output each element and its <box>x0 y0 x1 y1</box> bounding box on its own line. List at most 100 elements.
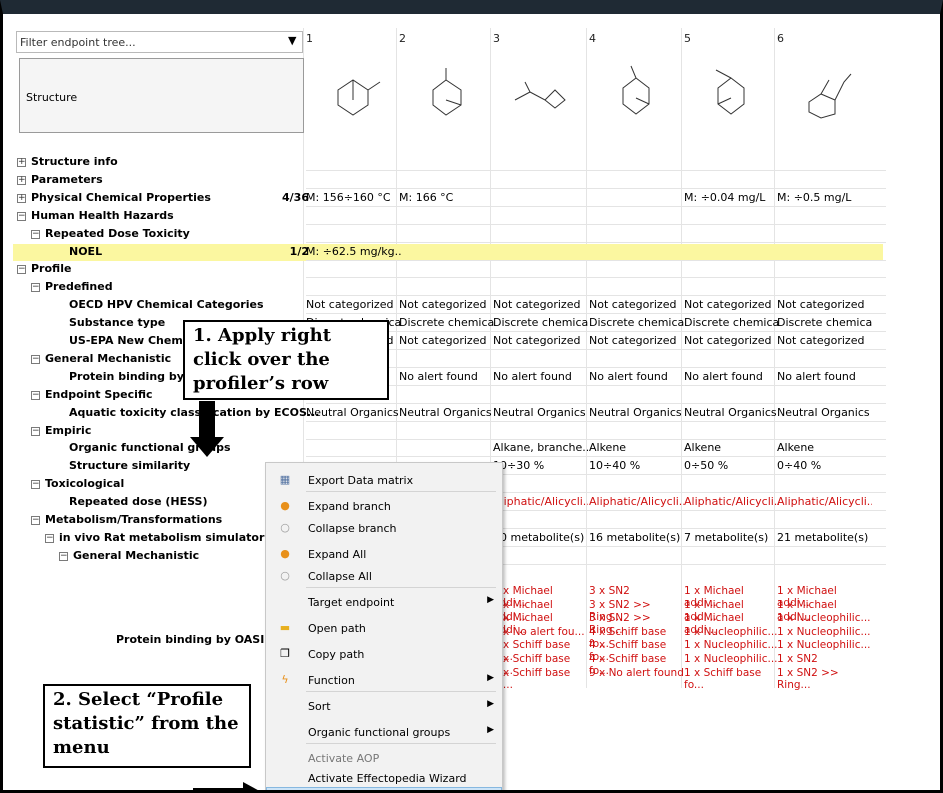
tree-row[interactable]: − Human Health Hazards <box>13 208 886 225</box>
tree-row[interactable]: Aquatic toxicity classification by ECOS.… <box>13 405 886 422</box>
tree-row[interactable]: − Predefined <box>13 279 886 297</box>
expand-node-icon[interactable]: + <box>17 175 26 185</box>
tree-row[interactable]: Protein binding by OASIS No alert found No… <box>13 369 886 386</box>
metabolite-cell[interactable]: 1 x SN2 <box>777 653 872 665</box>
collapse-node-icon[interactable]: − <box>31 283 40 293</box>
data-cell[interactable]: Not categorized <box>589 334 684 347</box>
expand-node-icon[interactable]: + <box>17 158 26 167</box>
filter-endpoint-tree-input[interactable]: Filter endpoint tree... <box>16 31 303 53</box>
tree-node[interactable]: + Parameters <box>13 172 313 189</box>
menu-item-expand-branch[interactable]: ● Expand branch <box>266 495 502 517</box>
data-cell[interactable]: No alert found <box>684 370 779 383</box>
data-cell[interactable]: Neutral Organics <box>777 406 872 419</box>
data-cell[interactable]: Not categorized <box>399 334 494 347</box>
data-cell[interactable]: No alert found <box>777 370 872 383</box>
column-header[interactable]: 5 <box>684 32 691 45</box>
collapse-node-icon[interactable]: − <box>17 211 26 221</box>
column-header[interactable]: 3 <box>493 32 500 45</box>
data-cell[interactable]: No alert found <box>589 370 684 383</box>
data-cell[interactable]: Discrete chemical <box>589 316 684 329</box>
data-cell[interactable]: No alert found <box>493 370 588 383</box>
data-cell[interactable]: 10 metabolite(s) <box>493 531 588 544</box>
metabolite-cell[interactable]: 9 x No alert found <box>589 667 684 679</box>
data-cell[interactable]: Neutral Organics <box>684 406 779 419</box>
structure-image[interactable] <box>696 60 766 120</box>
data-cell[interactable]: Not categorized <box>306 298 401 311</box>
data-cell[interactable]: M: ÷62.5 mg/kg... <box>306 245 401 258</box>
data-cell[interactable]: Not categorized <box>493 298 588 311</box>
collapse-node-icon[interactable]: − <box>31 426 40 436</box>
tree-row[interactable]: − Endpoint Specific <box>13 387 886 404</box>
data-cell[interactable]: M: 156÷160 °C <box>306 191 401 204</box>
menu-item-open-path[interactable]: ▬ Open path <box>266 617 502 639</box>
collapse-node-icon[interactable]: − <box>31 229 40 239</box>
structure-image[interactable] <box>789 60 859 120</box>
tree-row[interactable]: Organic functional groups Alkane, branche… <box>13 440 886 458</box>
menu-item-organic-functional-groups[interactable]: Organic functional groups ▶ <box>266 721 502 743</box>
data-cell[interactable]: Not categorized <box>684 334 779 347</box>
tree-node[interactable]: − Predefined <box>13 279 313 296</box>
data-cell[interactable]: Discrete chemical <box>399 316 494 329</box>
structure-image[interactable] <box>411 60 481 120</box>
data-cell[interactable]: No alert found <box>399 370 494 383</box>
tree-row[interactable]: − Profile <box>13 261 886 279</box>
collapse-node-icon[interactable]: − <box>31 354 40 364</box>
data-cell[interactable]: Aliphatic/Alicycli... <box>777 495 872 508</box>
tree-row[interactable]: OECD HPV Chemical Categories Not categori… <box>13 297 886 315</box>
data-cell[interactable]: Discrete chemical <box>493 316 588 329</box>
menu-item-activate-aop[interactable]: Activate AOP <box>266 747 502 769</box>
tree-node[interactable]: − Repeated Dose Toxicity <box>13 226 313 243</box>
data-cell[interactable]: Aliphatic/Alicycli... <box>589 495 684 508</box>
data-cell[interactable]: M: ÷0.04 mg/L <box>684 191 779 204</box>
collapse-node-icon[interactable]: − <box>45 533 54 543</box>
data-cell[interactable]: 16 metabolite(s) <box>589 531 684 544</box>
data-cell[interactable]: Neutral Organics <box>589 406 684 419</box>
data-cell[interactable]: 0÷40 % <box>777 459 872 472</box>
data-cell[interactable]: 10÷40 % <box>589 459 684 472</box>
metabolite-cell[interactable]: 1 x SN2 >> Ring... <box>777 667 872 691</box>
data-cell[interactable]: Not categorized <box>493 334 588 347</box>
metabolite-cell[interactable]: 1 x Nucleophilic... <box>684 653 779 665</box>
structure-image[interactable] <box>318 60 388 120</box>
collapse-node-icon[interactable]: − <box>59 551 68 561</box>
tree-row[interactable]: + Parameters <box>13 172 886 189</box>
tree-row[interactable]: + Structure info <box>13 154 886 171</box>
tree-node[interactable]: Organic functional groups <box>13 440 313 457</box>
menu-item-function[interactable]: ϟ Function ▶ <box>266 669 502 691</box>
data-cell[interactable]: 21 metabolite(s) <box>777 531 872 544</box>
column-header[interactable]: 6 <box>777 32 784 45</box>
data-cell[interactable]: Neutral Organics <box>493 406 588 419</box>
data-cell[interactable]: Not categorized <box>589 298 684 311</box>
structure-image[interactable] <box>601 60 671 120</box>
tree-node[interactable]: NOEL 1/2 <box>13 244 313 261</box>
menu-item-profile-statistic[interactable]: Profile Statistic <box>266 787 502 790</box>
tree-node[interactable]: OECD HPV Chemical Categories <box>13 297 313 314</box>
column-header[interactable]: 2 <box>399 32 406 45</box>
metabolite-cell[interactable]: 1 x Schiff base fo... <box>684 667 779 691</box>
data-cell[interactable]: Alkane, branche... <box>493 441 588 454</box>
data-cell[interactable]: Not categorized <box>777 298 872 311</box>
data-cell[interactable]: 7 metabolite(s) <box>684 531 779 544</box>
data-cell[interactable]: Aliphatic/Alicycli... <box>684 495 779 508</box>
data-cell[interactable]: 10÷30 % <box>493 459 588 472</box>
menu-item-expand-all[interactable]: ● Expand All <box>266 543 502 565</box>
tree-node[interactable]: + Physical Chemical Properties 4/36 <box>13 190 313 207</box>
tree-node[interactable]: + Structure info <box>13 154 313 171</box>
data-cell[interactable]: M: ÷0.5 mg/L <box>777 191 872 204</box>
tree-row[interactable]: − Empiric <box>13 423 886 440</box>
metabolite-cell[interactable]: 1 x Nucleophilic... <box>777 612 872 624</box>
data-cell[interactable]: Discrete chemical <box>777 316 872 329</box>
tree-row[interactable]: Substance type Discrete chemical Discrete … <box>13 315 886 333</box>
tree-node[interactable]: Aquatic toxicity classification by ECOS.… <box>13 405 319 422</box>
collapse-node-icon[interactable]: − <box>31 390 40 400</box>
tree-row[interactable]: NOEL 1/2 M: ÷62.5 mg/kg... <box>13 243 886 261</box>
tree-row[interactable]: US-EPA New Chemical Categories Not catego… <box>13 333 886 350</box>
menu-item-target-endpoint[interactable]: Target endpoint ▶ <box>266 591 502 613</box>
data-cell[interactable]: Alkene <box>777 441 872 454</box>
tree-row[interactable]: + Physical Chemical Properties 4/36 M: 156÷… <box>13 190 886 207</box>
data-cell[interactable]: Not categorized <box>684 298 779 311</box>
menu-item-activate-effectopedia-wizard[interactable]: Activate Effectopedia Wizard <box>266 767 502 789</box>
data-cell[interactable]: Discrete chemical <box>684 316 779 329</box>
data-cell[interactable]: Alkene <box>684 441 779 454</box>
data-cell[interactable]: Neutral Organics <box>399 406 494 419</box>
